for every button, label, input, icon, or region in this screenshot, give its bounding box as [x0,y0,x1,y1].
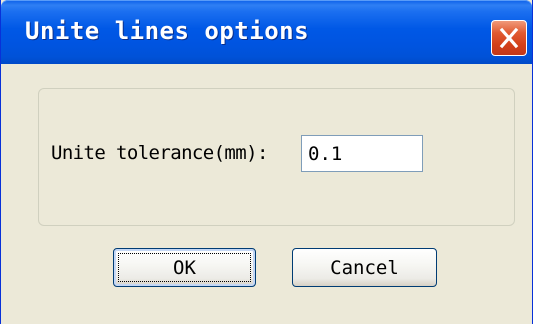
cancel-button-label: Cancel [330,256,399,279]
tolerance-label: Unite tolerance(mm): [51,142,268,164]
dialog-body: Unite tolerance(mm): OK Cancel [1,64,532,324]
title-bar[interactable]: Unite lines options [1,0,532,64]
tolerance-input[interactable] [301,135,423,172]
focus-ring [118,253,251,282]
close-icon [499,27,519,49]
ok-button[interactable]: OK [113,248,256,287]
window-title: Unite lines options [25,17,310,45]
dialog-window: Unite lines options Unite tolerance(mm):… [0,0,533,324]
cancel-button[interactable]: Cancel [292,248,437,287]
close-button[interactable] [491,20,527,56]
